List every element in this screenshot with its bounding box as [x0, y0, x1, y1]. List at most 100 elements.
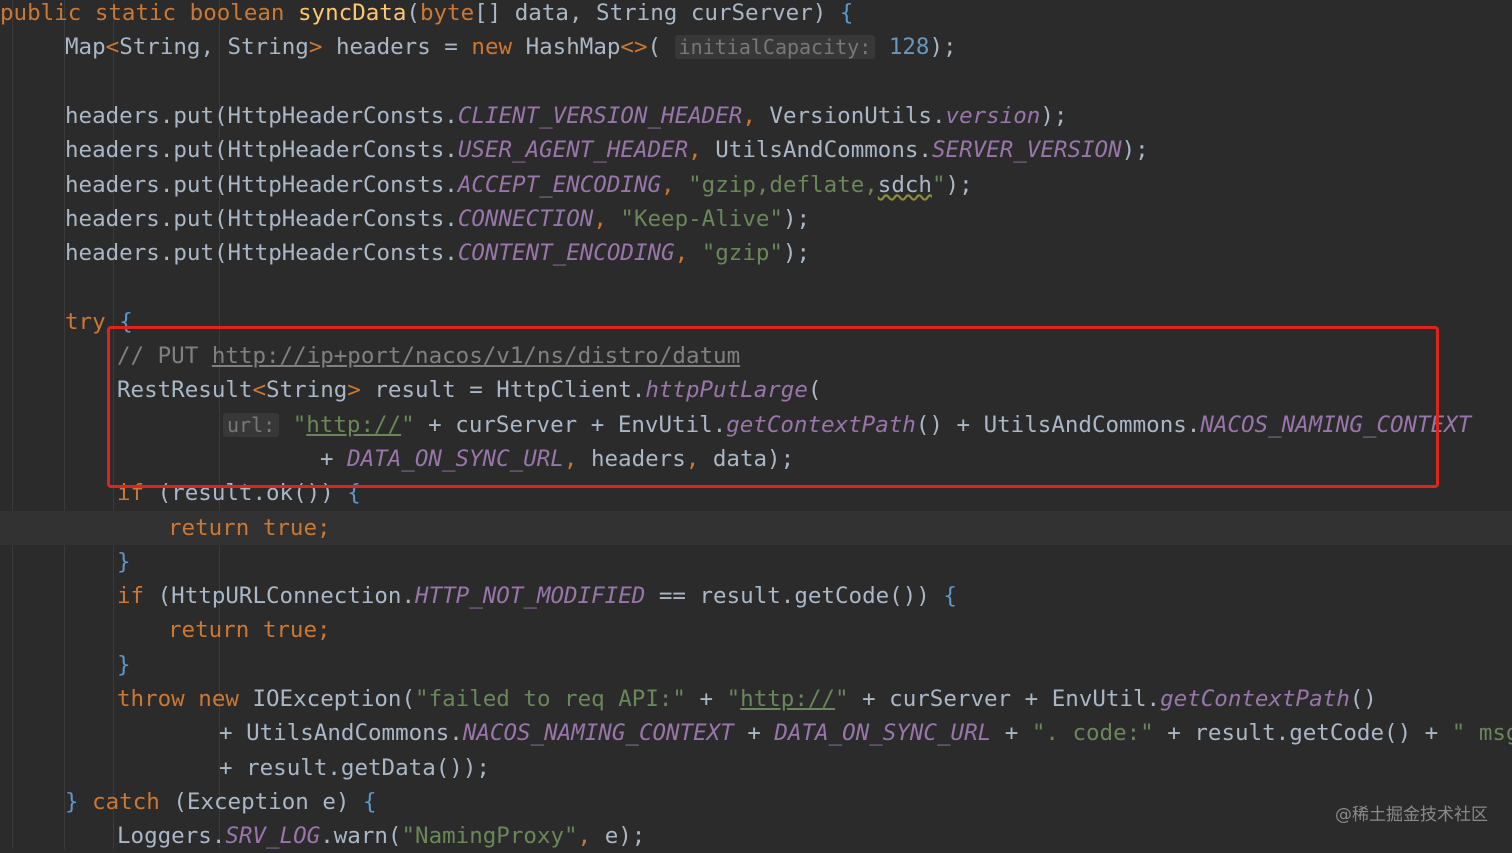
code-token: (HttpURLConnection. — [157, 583, 416, 610]
code-token: "gzip,deflate, — [688, 171, 878, 198]
code-token: USER_AGENT_HEADER — [457, 137, 689, 164]
code-token: UtilsAndCommons. — [715, 137, 932, 164]
code-token: , — [688, 137, 716, 164]
code-line[interactable]: } — [0, 545, 1512, 579]
code-line[interactable]: headers.put(HttpHeaderConsts.CONTENT_ENC… — [0, 236, 1512, 270]
code-line[interactable] — [0, 270, 1512, 304]
code-line[interactable]: return true; — [0, 510, 1512, 545]
code-token: Map — [65, 34, 106, 61]
code-line[interactable]: if (HttpURLConnection.HTTP_NOT_MODIFIED … — [0, 579, 1512, 613]
code-token: , — [674, 240, 702, 267]
code-token: <> — [620, 34, 648, 61]
code-token: , — [593, 205, 621, 232]
code-token: e); — [604, 823, 646, 850]
code-token: headers.put(HttpHeaderConsts. — [65, 102, 458, 129]
code-token: + result.getCode() + — [1153, 720, 1452, 747]
code-token: byte — [419, 0, 475, 26]
code-token: headers.put(HttpHeaderConsts. — [65, 171, 458, 198]
code-token: } — [65, 788, 93, 815]
code-line[interactable]: Map<String, String> headers = new HashMa… — [0, 30, 1512, 64]
code-token: NACOS_NAMING_CONTEXT — [462, 720, 734, 747]
code-token: " msg: " — [1451, 720, 1512, 747]
code-token: { — [839, 0, 854, 26]
code-token: return true; — [168, 617, 331, 644]
code-token: " — [726, 686, 741, 712]
code-token: IOException( — [252, 686, 416, 712]
code-token: () — [1349, 686, 1377, 712]
code-token: VersionUtils. — [769, 102, 946, 129]
code-token: (Exception e) — [173, 788, 364, 815]
code-line[interactable]: + result.getData()); — [0, 751, 1512, 785]
code-token: + — [991, 720, 1032, 747]
code-token: http:// — [740, 686, 835, 712]
code-token: throw new — [117, 686, 253, 712]
code-token: "Keep-Alive" — [620, 205, 783, 232]
code-token: String, String — [119, 34, 309, 61]
code-token: } — [117, 548, 131, 575]
code-line[interactable]: return true; — [0, 613, 1512, 647]
code-token: HTTP_NOT_MODIFIED — [415, 583, 646, 610]
code-token: DATA_ON_SYNC_URL — [774, 720, 992, 747]
code-token: , — [742, 102, 770, 129]
code-line[interactable]: throw new IOException("failed to req API… — [0, 682, 1512, 716]
code-token: .warn( — [320, 823, 402, 850]
code-token: new — [471, 34, 526, 61]
highlight-annotation-box — [107, 326, 1439, 488]
code-line[interactable]: + UtilsAndCommons.NACOS_NAMING_CONTEXT +… — [0, 716, 1512, 750]
code-line[interactable]: } — [0, 648, 1512, 682]
code-token: ACCEPT_ENCODING — [457, 171, 662, 198]
code-token: " — [931, 171, 946, 198]
code-token: { — [943, 583, 957, 610]
code-line[interactable]: headers.put(HttpHeaderConsts.ACCEPT_ENCO… — [0, 168, 1512, 202]
code-token: CONNECTION — [457, 205, 594, 232]
code-token: SERVER_VERSION — [931, 137, 1122, 164]
code-line[interactable]: } catch (Exception e) { — [0, 785, 1512, 819]
code-token: ( — [647, 34, 675, 61]
code-token: "gzip" — [701, 240, 783, 267]
code-line[interactable]: Loggers.SRV_LOG.warn("NamingProxy", e); — [0, 819, 1512, 853]
code-token: ); — [1121, 137, 1149, 164]
code-token: headers.put(HttpHeaderConsts. — [65, 240, 458, 267]
code-token: "NamingProxy" — [401, 823, 578, 850]
code-token: , — [577, 823, 605, 850]
code-line[interactable]: headers.put(HttpHeaderConsts.CONNECTION,… — [0, 202, 1512, 236]
code-line[interactable] — [0, 65, 1512, 99]
code-line[interactable]: headers.put(HttpHeaderConsts.CLIENT_VERS… — [0, 99, 1512, 133]
code-token: ( — [406, 0, 420, 26]
code-token: 128 — [888, 34, 930, 61]
code-token: HashMap — [525, 34, 621, 61]
code-token: ); — [929, 34, 957, 61]
code-token: + — [685, 686, 727, 712]
code-token: > — [308, 34, 336, 61]
code-line[interactable]: headers.put(HttpHeaderConsts.USER_AGENT_… — [0, 133, 1512, 167]
code-token: + UtilsAndCommons. — [219, 720, 463, 747]
code-token: [] data, String curServer) — [474, 0, 840, 26]
code-token: getContextPath — [1160, 686, 1350, 712]
code-token: if — [117, 583, 158, 610]
code-line[interactable]: public static boolean syncData(byte[] da… — [0, 0, 1512, 30]
code-token: sdch — [877, 171, 932, 198]
code-token: headers.put(HttpHeaderConsts. — [65, 137, 458, 164]
code-token: catch — [92, 788, 174, 815]
parameter-hint: initialCapacity: — [674, 35, 876, 60]
code-token: ); — [1040, 102, 1068, 129]
code-token: } — [117, 651, 131, 678]
code-token: headers = — [335, 34, 472, 61]
code-token: headers.put(HttpHeaderConsts. — [65, 205, 458, 232]
code-token: { — [363, 788, 377, 815]
code-token: ); — [945, 171, 973, 198]
code-token: + result.getData()); — [219, 754, 490, 781]
code-token: syncData — [298, 0, 407, 26]
code-token: public static boolean — [0, 0, 299, 26]
code-token: + — [733, 720, 775, 747]
code-token: SRV_LOG — [225, 823, 321, 850]
code-token: + curServer + EnvUtil. — [848, 686, 1161, 712]
code-editor[interactable]: public static boolean syncData(byte[] da… — [0, 0, 1512, 849]
code-token: return true; — [168, 514, 331, 541]
code-token: ); — [782, 240, 811, 267]
code-token: " — [834, 686, 849, 712]
code-token: < — [105, 34, 120, 61]
watermark: @稀土掘金技术社区 — [1335, 805, 1488, 825]
code-token: version — [945, 102, 1041, 129]
